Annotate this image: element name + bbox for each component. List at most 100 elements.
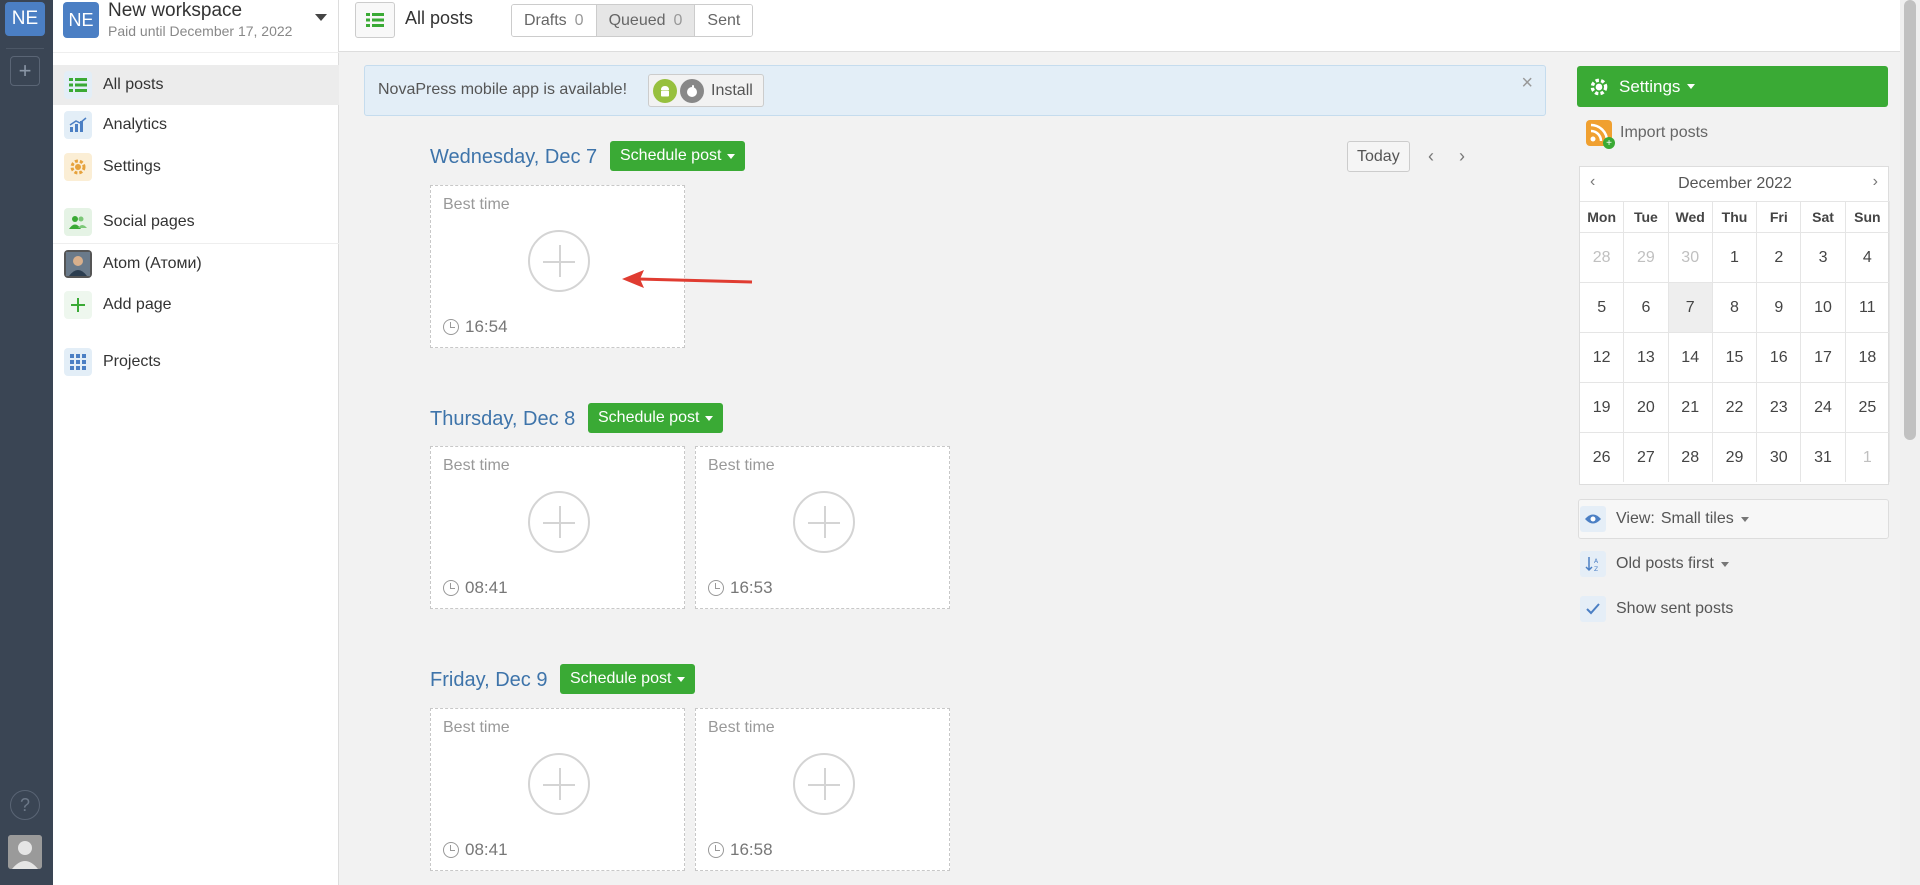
help-button[interactable]: ? xyxy=(10,790,40,820)
calendar-day[interactable]: 28 xyxy=(1668,432,1713,482)
schedule-post-button[interactable]: Schedule post xyxy=(560,664,696,694)
add-post-icon[interactable] xyxy=(793,753,855,815)
time-slot[interactable]: Best time 16:58 xyxy=(695,708,950,871)
annotation-arrow-icon xyxy=(622,270,753,288)
calendar-day[interactable]: 3 xyxy=(1801,232,1846,282)
calendar-day[interactable]: 29 xyxy=(1624,232,1669,282)
add-post-icon[interactable] xyxy=(528,753,590,815)
show-sent-posts-checkbox[interactable]: Show sent posts xyxy=(1580,596,1733,622)
tab-sent[interactable]: Sent xyxy=(695,5,753,36)
settings-dropdown-button[interactable]: Settings xyxy=(1577,66,1888,107)
calendar-day[interactable]: 29 xyxy=(1712,432,1758,482)
sidebar-item-projects[interactable]: Projects xyxy=(53,342,339,382)
sidebar-item-all-posts[interactable]: All posts xyxy=(53,65,339,105)
schedule-post-button[interactable]: Schedule post xyxy=(610,141,746,171)
post-status-tabs: Drafts 0 Queued 0 Sent xyxy=(511,4,754,37)
calendar-next-icon[interactable]: › xyxy=(1873,173,1878,191)
calendar-day[interactable]: 15 xyxy=(1712,332,1758,382)
calendar-day[interactable]: 16 xyxy=(1757,332,1802,382)
add-workspace-button[interactable]: + xyxy=(10,56,40,86)
tab-label: Queued xyxy=(608,11,666,29)
calendar-day[interactable]: 21 xyxy=(1668,382,1713,432)
calendar-day[interactable]: 23 xyxy=(1757,382,1802,432)
scrollbar-thumb[interactable] xyxy=(1904,0,1916,440)
view-list-button[interactable] xyxy=(355,2,395,38)
sidebar-item-label: Settings xyxy=(103,158,161,175)
time-slot[interactable]: Best time 08:41 xyxy=(430,446,685,609)
calendar-day[interactable]: 8 xyxy=(1712,282,1758,332)
chevron-right-icon[interactable]: › xyxy=(1459,146,1465,167)
add-post-icon[interactable] xyxy=(528,230,590,292)
calendar-day[interactable]: 20 xyxy=(1624,382,1669,432)
install-app-button[interactable]: Install xyxy=(648,74,764,107)
tab-drafts[interactable]: Drafts 0 xyxy=(512,5,597,36)
sidebar-item-social-pages[interactable]: Social pages xyxy=(53,202,339,242)
calendar-weekday: Sat xyxy=(1801,201,1846,232)
calendar-day[interactable]: 18 xyxy=(1845,332,1890,382)
workspace-header[interactable]: NE New workspace Paid until December 17,… xyxy=(63,0,333,46)
calendar-day[interactable]: 9 xyxy=(1757,282,1802,332)
time-slot[interactable]: Best time 08:41 xyxy=(430,708,685,871)
import-posts-link[interactable]: + Import posts xyxy=(1586,120,1708,149)
calendar-day[interactable]: 30 xyxy=(1757,432,1802,482)
calendar-day[interactable]: 22 xyxy=(1712,382,1758,432)
calendar-day[interactable]: 6 xyxy=(1624,282,1669,332)
rail-divider xyxy=(6,48,44,49)
calendar-day[interactable]: 5 xyxy=(1580,282,1625,332)
view-mode-dropdown[interactable]: View: Small tiles xyxy=(1580,506,1749,532)
bar-chart-icon xyxy=(64,111,92,139)
day-header: Friday, Dec 9 xyxy=(430,669,548,691)
sidebar-item-label: All posts xyxy=(103,76,164,93)
calendar-day[interactable]: 4 xyxy=(1845,232,1890,282)
calendar-day[interactable]: 12 xyxy=(1580,332,1625,382)
schedule-post-button[interactable]: Schedule post xyxy=(588,403,724,433)
sidebar-item-social-page-atom[interactable]: Atom (Атоми) xyxy=(53,244,339,284)
calendar-day[interactable]: 19 xyxy=(1580,382,1625,432)
chevron-left-icon[interactable]: ‹ xyxy=(1428,146,1434,167)
calendar-day[interactable]: 17 xyxy=(1801,332,1846,382)
calendar-day[interactable]: 24 xyxy=(1801,382,1846,432)
slot-time: 08:41 xyxy=(443,840,508,860)
calendar-day[interactable]: 7 xyxy=(1668,282,1713,332)
sort-order-dropdown[interactable]: AZ Old posts first xyxy=(1580,551,1729,577)
sort-icon: AZ xyxy=(1580,551,1606,577)
calendar-day[interactable]: 10 xyxy=(1801,282,1846,332)
user-avatar[interactable] xyxy=(8,835,42,869)
calendar-day[interactable]: 14 xyxy=(1668,332,1713,382)
slot-time-value: 16:54 xyxy=(465,317,508,336)
calendar-day[interactable]: 13 xyxy=(1624,332,1669,382)
page-scrollbar[interactable] xyxy=(1900,0,1920,885)
time-slot[interactable]: Best time 16:53 xyxy=(695,446,950,609)
today-button[interactable]: Today xyxy=(1347,141,1410,172)
calendar-day[interactable]: 11 xyxy=(1845,282,1890,332)
calendar-grid: Mon Tue Wed Thu Fri Sat Sun 28 29 30 1 2 3 4 5 6 7 8 9 10 11… xyxy=(1580,201,1890,482)
view-value: Small tiles xyxy=(1660,510,1734,527)
calendar-weekday: Mon xyxy=(1580,201,1625,232)
workspace-switch-badge[interactable]: NE xyxy=(5,2,45,36)
calendar-day[interactable]: 2 xyxy=(1757,232,1802,282)
calendar-day[interactable]: 27 xyxy=(1624,432,1669,482)
sidebar-item-add-page[interactable]: Add page xyxy=(53,285,339,325)
time-slot[interactable]: Best time 16:54 xyxy=(430,185,685,348)
slot-time-value: 08:41 xyxy=(465,840,508,859)
page-title: All posts xyxy=(405,8,474,28)
close-icon[interactable]: × xyxy=(1521,72,1533,95)
caret-down-icon xyxy=(727,153,736,159)
calendar-day[interactable]: 1 xyxy=(1845,432,1890,482)
calendar-day[interactable]: 28 xyxy=(1580,232,1625,282)
calendar-day[interactable]: 31 xyxy=(1801,432,1846,482)
calendar-day[interactable]: 1 xyxy=(1712,232,1758,282)
add-post-icon[interactable] xyxy=(793,491,855,553)
caret-down-icon xyxy=(1740,516,1749,522)
tab-queued[interactable]: Queued 0 xyxy=(596,5,696,36)
add-post-icon[interactable] xyxy=(528,491,590,553)
sidebar-item-analytics[interactable]: Analytics xyxy=(53,105,339,145)
tab-label: Drafts xyxy=(524,11,567,29)
calendar-day[interactable]: 25 xyxy=(1845,382,1890,432)
sidebar: NE New workspace Paid until December 17,… xyxy=(53,0,339,885)
calendar-day[interactable]: 26 xyxy=(1580,432,1625,482)
sidebar-item-settings[interactable]: Settings xyxy=(53,147,339,187)
calendar-day[interactable]: 30 xyxy=(1668,232,1713,282)
best-time-label: Best time xyxy=(443,719,510,736)
schedule-label: Schedule post xyxy=(570,670,672,687)
